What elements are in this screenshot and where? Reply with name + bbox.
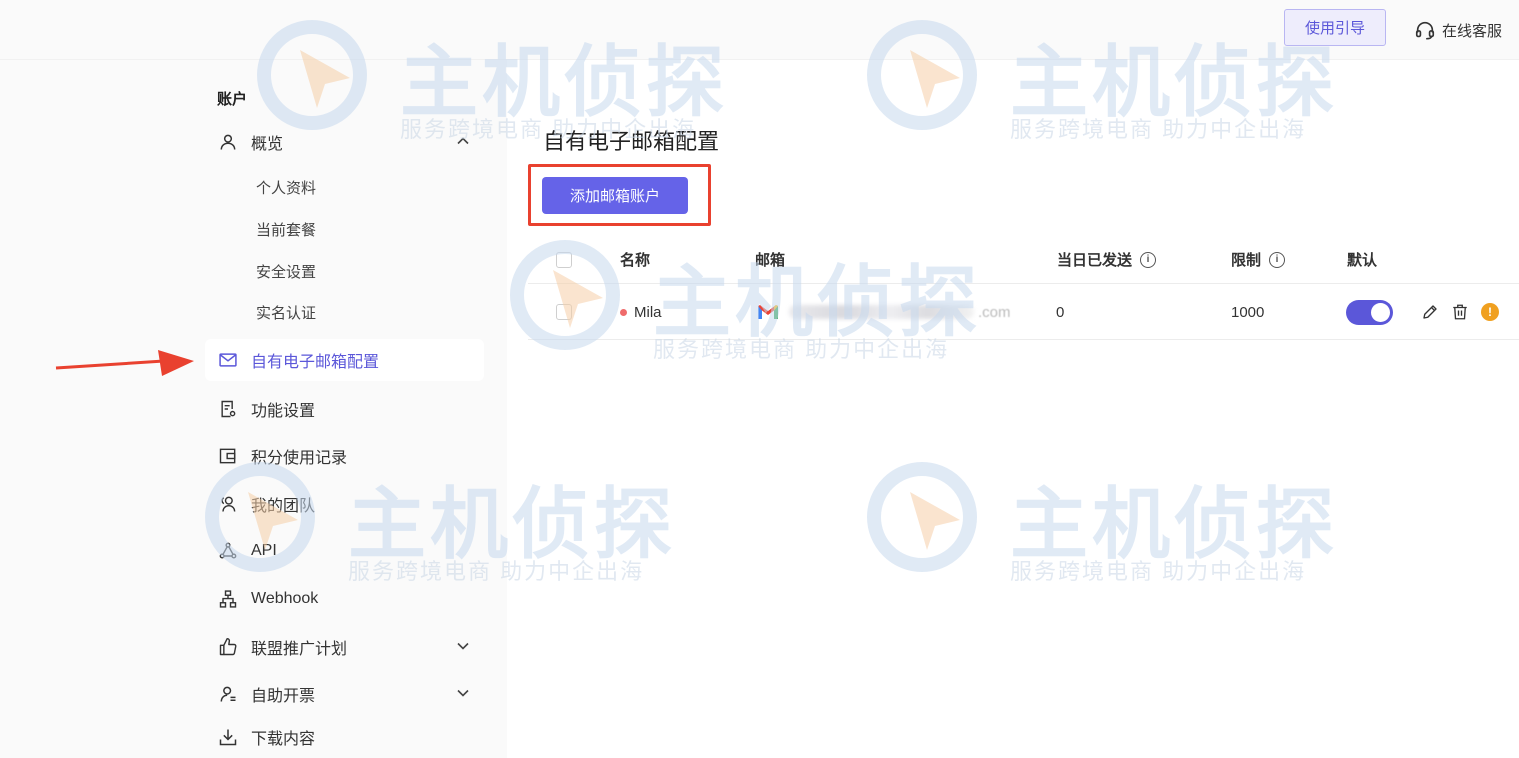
column-header-email: 邮箱 bbox=[755, 252, 786, 269]
watermark-brand: 主机侦探 bbox=[1010, 480, 1339, 570]
email-suffix: .com bbox=[978, 303, 1011, 321]
default-toggle[interactable] bbox=[1346, 299, 1393, 325]
sidebar-item-label: API bbox=[251, 542, 277, 559]
sidebar-item-overview[interactable]: 概览 bbox=[205, 121, 484, 163]
info-icon[interactable]: i bbox=[1269, 251, 1286, 268]
sidebar-item-points-history[interactable]: 积分使用记录 bbox=[205, 435, 484, 477]
add-email-account-button[interactable]: 添加邮箱账户 bbox=[542, 177, 688, 214]
info-icon[interactable]: i bbox=[1140, 251, 1157, 268]
headset-icon bbox=[1415, 21, 1435, 40]
sidebar-item-label: 联盟推广计划 bbox=[251, 641, 348, 658]
table-header: 名称 邮箱 当日已发送 i 限制 i 默认 bbox=[528, 236, 1519, 284]
status-dot bbox=[620, 308, 627, 316]
sidebar-item-label: 下载内容 bbox=[251, 731, 316, 748]
sidebar-item-label: 自有电子邮箱配置 bbox=[251, 354, 380, 371]
column-header-name: 名称 bbox=[620, 252, 651, 269]
sidebar-item-api[interactable]: API bbox=[205, 530, 484, 572]
warning-icon[interactable]: ! bbox=[1481, 303, 1499, 321]
invoice-user-icon bbox=[218, 684, 238, 704]
sidebar-subitem-plan[interactable]: 当前套餐 bbox=[256, 220, 316, 242]
chevron-up-icon[interactable] bbox=[456, 134, 470, 148]
sidebar-subitem-profile[interactable]: 个人资料 bbox=[256, 178, 316, 200]
download-icon bbox=[218, 727, 238, 747]
row-checkbox[interactable] bbox=[556, 304, 572, 320]
edit-pencil-icon[interactable] bbox=[1421, 303, 1439, 321]
sidebar-subitem-verification[interactable]: 实名认证 bbox=[256, 303, 316, 325]
settings-doc-icon bbox=[218, 399, 238, 419]
sidebar-item-label: 我的团队 bbox=[251, 498, 316, 515]
webhook-icon bbox=[218, 589, 238, 609]
column-header-sent-today: 当日已发送 bbox=[1057, 252, 1133, 269]
online-support-label: 在线客服 bbox=[1442, 22, 1503, 40]
table-row: Mila .com 0 1000 ! bbox=[528, 285, 1519, 340]
sidebar-item-my-team[interactable]: 我的团队 bbox=[205, 483, 484, 525]
column-header-default: 默认 bbox=[1347, 252, 1378, 269]
api-icon bbox=[218, 541, 238, 561]
sidebar-item-label: 自助开票 bbox=[251, 688, 316, 705]
sidebar-subitem-security[interactable]: 安全设置 bbox=[256, 262, 316, 284]
mail-icon bbox=[218, 350, 238, 370]
sidebar-section-title: 账户 bbox=[217, 91, 248, 108]
sidebar-item-own-email-config[interactable]: 自有电子邮箱配置 bbox=[205, 339, 484, 381]
watermark-slogan: 服务跨境电商 助力中企出海 bbox=[1010, 117, 1307, 142]
annotation-arrow bbox=[55, 350, 194, 376]
user-icon bbox=[218, 132, 238, 152]
watermark-globe-icon bbox=[867, 462, 977, 572]
delete-trash-icon[interactable] bbox=[1451, 303, 1469, 321]
select-all-checkbox[interactable] bbox=[556, 251, 572, 268]
sidebar-item-downloads[interactable]: 下载内容 bbox=[205, 716, 484, 758]
thumbs-up-icon bbox=[218, 637, 238, 657]
column-header-limit: 限制 bbox=[1231, 252, 1262, 269]
email-address-redacted bbox=[789, 305, 974, 319]
sidebar-item-affiliate-program[interactable]: 联盟推广计划 bbox=[205, 626, 484, 668]
watermark-slogan: 服务跨境电商 助力中企出海 bbox=[1010, 559, 1307, 584]
online-support-link[interactable]: 在线客服 bbox=[1414, 17, 1502, 43]
chevron-down-icon[interactable] bbox=[456, 639, 470, 653]
email-accounts-table: 名称 邮箱 当日已发送 i 限制 i 默认 Mila .com 0 1000 ! bbox=[528, 236, 1519, 346]
sent-today-value: 0 bbox=[1056, 303, 1065, 321]
wallet-icon bbox=[218, 446, 238, 466]
sidebar-item-label: Webhook bbox=[251, 590, 319, 607]
chevron-down-icon[interactable] bbox=[456, 686, 470, 700]
sidebar-item-feature-settings[interactable]: 功能设置 bbox=[205, 388, 484, 430]
gmail-icon bbox=[758, 305, 778, 319]
team-icon bbox=[218, 494, 238, 514]
guide-button[interactable]: 使用引导 bbox=[1284, 9, 1386, 46]
sidebar-item-label: 概览 bbox=[251, 136, 284, 153]
limit-value: 1000 bbox=[1231, 303, 1265, 321]
sidebar-item-webhook[interactable]: Webhook bbox=[205, 578, 484, 620]
sidebar-item-self-invoice[interactable]: 自助开票 bbox=[205, 673, 484, 715]
sidebar-item-label: 积分使用记录 bbox=[251, 450, 348, 467]
page-title: 自有电子邮箱配置 bbox=[543, 129, 720, 154]
sidebar-item-label: 功能设置 bbox=[251, 403, 316, 420]
account-name: Mila bbox=[634, 303, 662, 321]
